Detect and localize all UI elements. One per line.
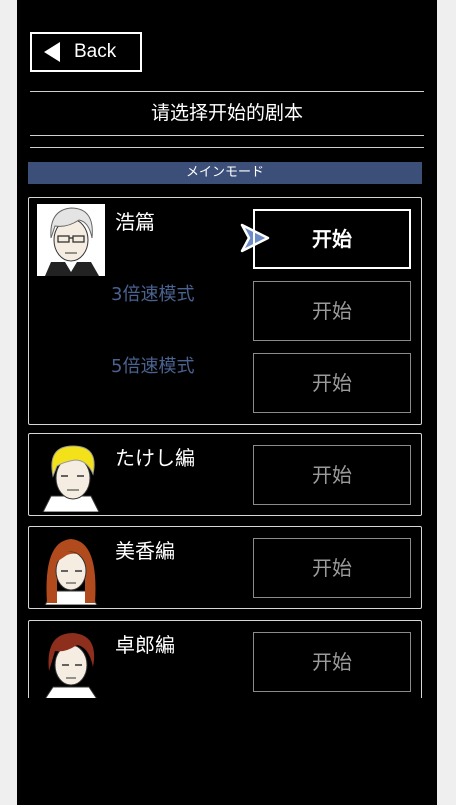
scenario-name: 美香編 [115, 539, 175, 563]
character-portrait-takeshi [37, 440, 105, 512]
start-button-hiroshi[interactable]: 开始 [253, 209, 411, 269]
start-button-mika[interactable]: 开始 [253, 538, 411, 598]
divider [30, 147, 424, 148]
start-button-3x[interactable]: 开始 [253, 281, 411, 341]
mode-header: メインモード [28, 162, 422, 184]
game-screen: Back 请选择开始的剧本 メインモード 浩篇 开始 3倍速模式 开始 5倍速模… [17, 0, 437, 805]
scenario-name: 浩篇 [115, 210, 155, 234]
page-title: 请选择开始的剧本 [150, 102, 303, 124]
back-label: Back [74, 41, 117, 62]
scenario-name: たけし編 [115, 446, 195, 470]
back-button[interactable]: Back [30, 32, 142, 72]
character-portrait-takuro [37, 627, 105, 699]
scenario-panel-mika: 美香編 开始 [28, 526, 422, 609]
start-button-takuro[interactable]: 开始 [253, 632, 411, 692]
scenario-panel-hiroshi: 浩篇 开始 3倍速模式 开始 5倍速模式 开始 [28, 197, 422, 425]
character-portrait-hiroshi [37, 204, 105, 276]
divider [30, 135, 424, 136]
start-button-takeshi[interactable]: 开始 [253, 445, 411, 505]
scenario-panel-takuro: 卓郎編 开始 [28, 620, 422, 710]
divider [30, 91, 424, 92]
character-portrait-mika [37, 533, 105, 605]
scenario-panel-takeshi: たけし編 开始 [28, 433, 422, 516]
speed-mode-label: 3倍速模式 [111, 284, 195, 305]
scenario-name: 卓郎編 [115, 633, 175, 657]
start-button-5x[interactable]: 开始 [253, 353, 411, 413]
scroll-mask [17, 698, 437, 805]
speed-mode-label: 5倍速模式 [111, 356, 195, 377]
back-arrow-icon [44, 42, 60, 62]
